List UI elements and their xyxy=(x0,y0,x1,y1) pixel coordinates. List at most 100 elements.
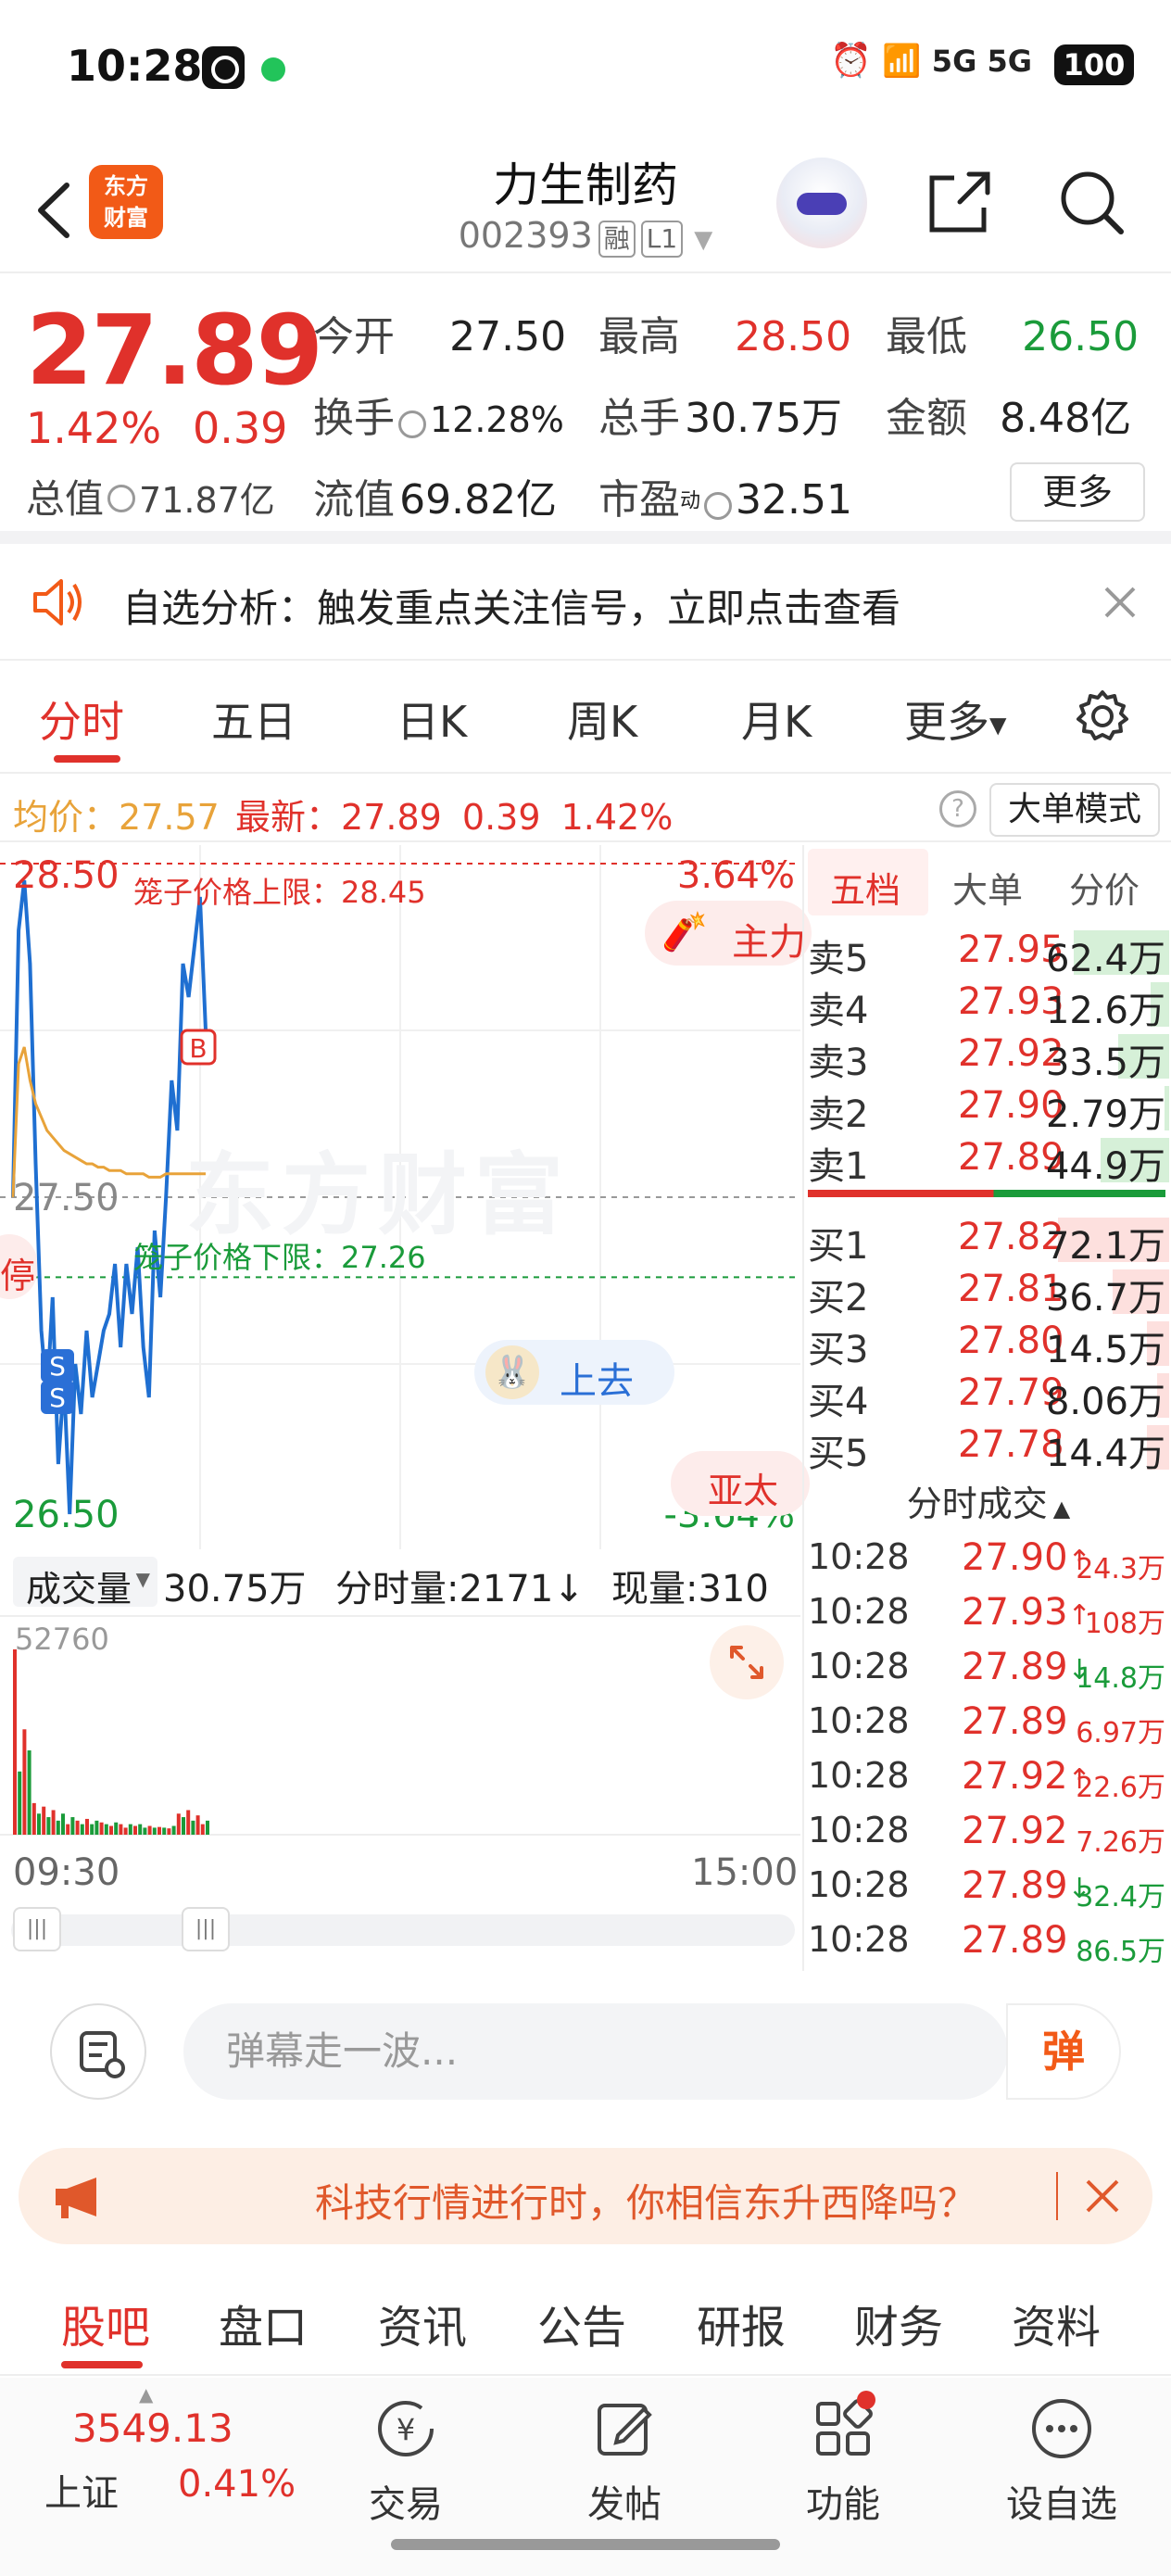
tab-intraday[interactable]: 分时 xyxy=(39,688,124,750)
level-volume: 14.4万 xyxy=(1045,1433,1165,1475)
buy-level-1[interactable]: 买1 27.82 72.1万 xyxy=(804,1212,1171,1268)
volume-bar xyxy=(13,1649,17,1835)
volume-bar xyxy=(46,1817,51,1835)
edit-icon xyxy=(590,2394,659,2463)
nav-post[interactable]: 发帖 xyxy=(560,2394,689,2528)
volume-bar xyxy=(186,1810,191,1835)
tab-five-levels[interactable]: 五档 xyxy=(830,862,900,913)
slider-handle-left[interactable]: ||| xyxy=(13,1907,61,1951)
asia-tag[interactable]: 亚太 xyxy=(671,1451,810,1516)
up-comment-tag[interactable]: 🐰 上去 xyxy=(474,1340,674,1405)
danmu-send-button[interactable]: 弹 xyxy=(1006,2003,1121,2100)
tab-more[interactable]: 更多▼ xyxy=(904,688,1006,750)
megaphone-icon xyxy=(56,2178,96,2218)
status-bar: 10:28 ⏰ 📶 5G 5G 100 xyxy=(0,0,1171,139)
more-icon xyxy=(1027,2394,1096,2463)
index-name: 上证 xyxy=(44,2472,119,2515)
trade-price: 27.93↑ xyxy=(962,1591,1091,1634)
share-icon[interactable] xyxy=(923,165,997,239)
promo-divider xyxy=(1056,2172,1058,2220)
tab-profile[interactable]: 资料 xyxy=(1012,2291,1101,2355)
analysis-notice[interactable]: 自选分析：触发重点关注信号，立即点击查看 xyxy=(0,544,1171,661)
home-indicator[interactable] xyxy=(391,2539,780,2550)
index-value[interactable]: 3549.13 xyxy=(72,2406,233,2451)
sell-marker-1-label: S xyxy=(49,1351,66,1382)
tab-financials[interactable]: 财务 xyxy=(854,2291,943,2355)
tab-handicap[interactable]: 盘口 xyxy=(219,2291,308,2355)
float-cap-field: 流值 69.82亿 xyxy=(313,476,558,524)
buy-level-3[interactable]: 买3 27.80 14.5万 xyxy=(804,1316,1171,1371)
close-icon[interactable] xyxy=(1082,2176,1123,2216)
buy-level-2[interactable]: 买2 27.81 36.7万 xyxy=(804,1264,1171,1320)
time-range-slider[interactable] xyxy=(11,1914,795,1946)
tab-monthly-k[interactable]: 月K xyxy=(741,688,812,750)
buy-marker-label: B xyxy=(189,1033,207,1064)
trade-price: 27.89↓ xyxy=(962,1646,1091,1688)
tab-price-distribution[interactable]: 分价 xyxy=(1069,862,1140,913)
search-icon[interactable] xyxy=(1054,165,1128,239)
expand-icon[interactable] xyxy=(710,1625,784,1699)
tab-research[interactable]: 研报 xyxy=(697,2291,786,2355)
volume-indicator-select[interactable]: 成交量 ▼ xyxy=(13,1557,157,1610)
sell-level-5[interactable]: 卖5 27.95 62.4万 xyxy=(804,925,1171,980)
volume-bar xyxy=(42,1806,46,1835)
x-tick-start: 09:30 xyxy=(13,1851,120,1894)
sell-level-3[interactable]: 卖3 27.92 33.5万 xyxy=(804,1029,1171,1084)
info-icon xyxy=(398,410,426,438)
trade-volume: 14.8万 xyxy=(1076,1662,1165,1695)
gear-icon[interactable] xyxy=(1073,687,1132,746)
volume-bar xyxy=(167,1828,171,1835)
sell-level-1[interactable]: 卖1 27.89 44.9万 xyxy=(804,1132,1171,1188)
tab-daily-k[interactable]: 日K xyxy=(397,688,467,750)
danmu-input[interactable]: 弹幕走一波... xyxy=(183,2003,1008,2100)
tab-weekly-k[interactable]: 周K xyxy=(567,688,637,750)
order-book: 五档 大单 分价 卖5 27.95 62.4万 卖4 27.93 12.6万 卖3 27.92… xyxy=(802,845,1171,1971)
promo-banner[interactable]: 科技行情进行时，你相信东升西降吗？ xyxy=(19,2148,1152,2244)
nav-trade[interactable]: ¥ 交易 xyxy=(341,2394,471,2528)
tab-five-day[interactable]: 五日 xyxy=(211,688,296,750)
help-icon[interactable]: ? xyxy=(939,790,976,827)
tab-news[interactable]: 资讯 xyxy=(378,2291,467,2355)
tab-big-orders[interactable]: 大单 xyxy=(952,862,1023,913)
close-icon[interactable] xyxy=(1099,581,1141,624)
trade-price: 27.89 xyxy=(962,1919,1068,1962)
yuan-exchange-icon: ¥ xyxy=(371,2394,440,2463)
robot-assistant-icon[interactable] xyxy=(776,158,867,248)
danmu-bar: 弹幕走一波... 弹 xyxy=(0,1974,1171,2113)
sell-marker-1: S xyxy=(41,1349,74,1383)
margin-badge: 融 xyxy=(598,221,636,258)
firecracker-icon: 🧨 xyxy=(661,911,708,953)
level-volume: 14.5万 xyxy=(1045,1329,1165,1371)
trade-volume: 22.6万 xyxy=(1076,1772,1165,1804)
buy-level-5[interactable]: 买5 27.78 14.4万 xyxy=(804,1420,1171,1475)
volume-bar xyxy=(162,1827,167,1835)
caret-up-icon: ▲ xyxy=(1052,1496,1071,1522)
pe-field[interactable]: 市盈动 32.51 xyxy=(598,466,852,525)
turnover-field[interactable]: 换手 12.28% xyxy=(313,385,564,444)
volume-bar xyxy=(152,1827,157,1835)
grid-icon xyxy=(809,2391,877,2463)
tab-forum[interactable]: 股吧 xyxy=(61,2291,150,2355)
slider-handle-right[interactable]: ||| xyxy=(182,1907,230,1951)
tab-announcements[interactable]: 公告 xyxy=(537,2291,626,2355)
main-force-tag[interactable]: 🧨 主力 xyxy=(645,901,812,966)
buy-level-4[interactable]: 买4 27.79 8.06万 xyxy=(804,1368,1171,1423)
volume-bar xyxy=(66,1824,70,1835)
trades-title[interactable]: 分时成交 ▲ xyxy=(804,1475,1171,1526)
level-volume: 33.5万 xyxy=(1045,1042,1165,1084)
change-percent: 1.42% xyxy=(26,403,162,453)
sell-level-4[interactable]: 卖4 27.93 12.6万 xyxy=(804,977,1171,1032)
level-label: 买4 xyxy=(808,1381,869,1423)
sell-level-2[interactable]: 卖2 27.90 2.79万 xyxy=(804,1080,1171,1136)
nav-add-watchlist[interactable]: 设自选 xyxy=(997,2394,1127,2528)
signal-icon: ⏰ 📶 5G 5G xyxy=(830,42,1032,80)
volume-bar xyxy=(18,1771,22,1835)
more-button[interactable]: 更多 xyxy=(1010,462,1145,522)
intraday-chart[interactable]: BSS 东方财富 28.50 3.64% 27.50 26.50 -3.64% … xyxy=(0,845,812,1549)
big-order-mode-button[interactable]: 大单模式 xyxy=(989,783,1160,837)
trade-row: 10:28 27.89 86.5万 xyxy=(804,1912,1171,1968)
nav-functions[interactable]: 功能 xyxy=(778,2391,908,2528)
volume-bar xyxy=(70,1817,75,1835)
total-cap[interactable]: 总值 71.87亿 xyxy=(26,468,275,524)
danmu-settings-icon[interactable] xyxy=(50,2003,146,2100)
